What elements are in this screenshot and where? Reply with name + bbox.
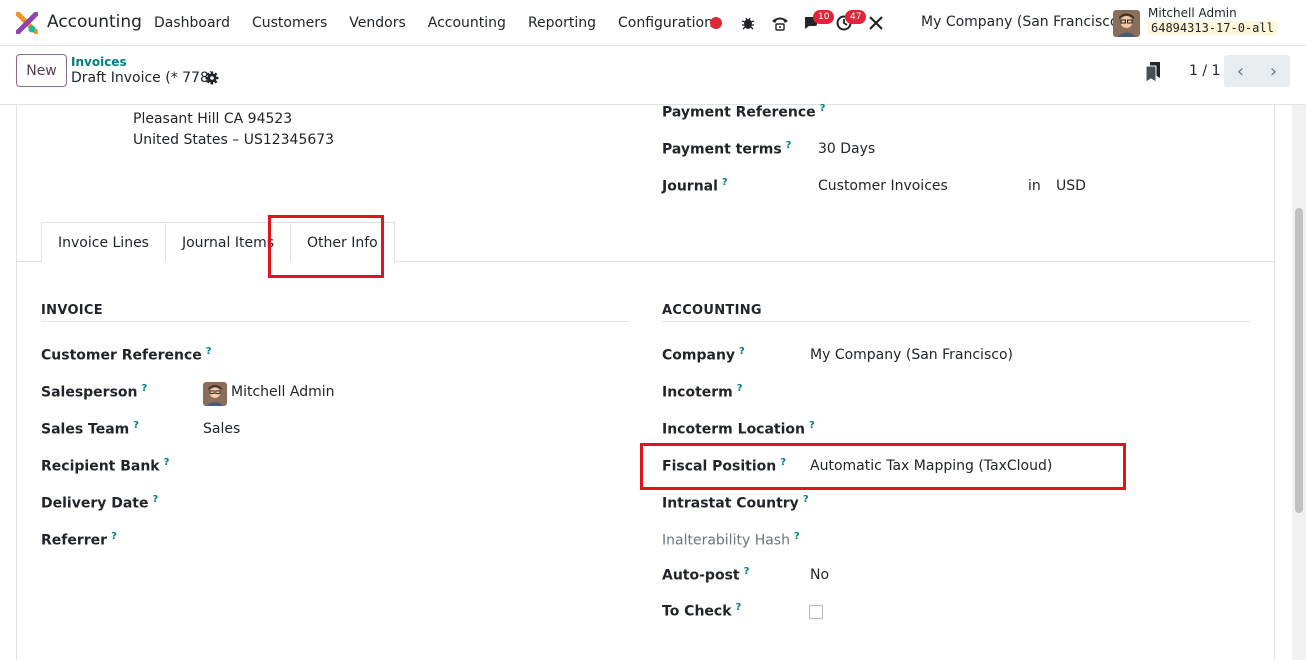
chat-icon[interactable]: 10	[796, 0, 835, 46]
activity-clock-icon[interactable]: 47	[828, 0, 867, 46]
salesperson-avatar	[203, 382, 227, 406]
payment-terms-label: Payment terms?	[662, 140, 792, 158]
help-icon[interactable]: ?	[736, 602, 742, 613]
help-icon[interactable]: ?	[809, 420, 815, 431]
tab-invoice-lines[interactable]: Invoice Lines	[41, 222, 166, 262]
referrer-label: Referrer?	[41, 531, 117, 549]
tools-icon[interactable]	[860, 0, 892, 46]
invoice-section-title: INVOICE	[41, 303, 103, 318]
help-icon[interactable]: ?	[111, 531, 117, 542]
help-icon[interactable]: ?	[820, 103, 826, 114]
breadcrumb-invoices[interactable]: Invoices	[71, 55, 127, 69]
chevron-left-icon: ‹	[1236, 60, 1245, 82]
main-menu: Dashboard Customers Vendors Accounting R…	[143, 0, 724, 46]
gear-icon[interactable]	[205, 71, 219, 85]
salesperson-label: Salesperson?	[41, 383, 148, 401]
sales-team-field[interactable]: Sales	[203, 421, 240, 437]
chevron-right-icon: ›	[1269, 60, 1278, 82]
help-icon[interactable]: ?	[744, 566, 750, 577]
top-navbar: Accounting Dashboard Customers Vendors A…	[0, 0, 1306, 46]
incoterm-label: Incoterm?	[662, 383, 743, 401]
inalterability-hash-label: Inalterability Hash?	[662, 531, 800, 549]
invoice-section-rule	[41, 321, 630, 322]
help-icon[interactable]: ?	[206, 346, 212, 357]
user-name[interactable]: Mitchell Admin	[1148, 6, 1237, 20]
help-icon[interactable]: ?	[133, 420, 139, 431]
recipient-bank-label: Recipient Bank?	[41, 457, 170, 475]
customer-address-line1: Pleasant Hill CA 94523	[133, 111, 293, 127]
help-icon[interactable]: ?	[786, 140, 792, 151]
help-icon[interactable]: ?	[739, 346, 745, 357]
company-label: Company?	[662, 346, 745, 364]
incoterm-location-label: Incoterm Location?	[662, 420, 815, 438]
new-button[interactable]: New	[16, 54, 67, 87]
record-icon[interactable]	[700, 0, 732, 46]
scrollbar[interactable]	[1292, 105, 1306, 660]
menu-customers[interactable]: Customers	[241, 0, 338, 46]
highlight-other-info-tab	[268, 215, 384, 278]
control-panel: New Invoices Draft Invoice (* 778) 1 / 1…	[0, 46, 1306, 105]
auto-post-label: Auto-post?	[662, 566, 750, 584]
highlight-fiscal-position	[640, 443, 1126, 490]
journal-in-label: in	[1028, 178, 1041, 194]
user-avatar[interactable]	[1113, 10, 1140, 37]
bug-icon[interactable]	[732, 0, 764, 46]
pager-previous-button[interactable]: ‹	[1224, 55, 1257, 87]
help-icon[interactable]: ?	[164, 457, 170, 468]
accounting-section-rule	[662, 321, 1250, 322]
intrastat-country-label: Intrastat Country?	[662, 494, 809, 512]
pager-next-button[interactable]: ›	[1257, 55, 1290, 87]
attachment-icon[interactable]	[1145, 62, 1161, 82]
help-icon[interactable]: ?	[142, 383, 148, 394]
menu-reporting[interactable]: Reporting	[517, 0, 607, 46]
salesperson-field[interactable]: Mitchell Admin	[231, 384, 335, 400]
database-name: 64894313-17-0-all	[1148, 21, 1277, 35]
help-icon[interactable]: ?	[794, 531, 800, 542]
breadcrumb-current: Draft Invoice (* 778)	[71, 70, 215, 86]
accounting-app-icon[interactable]	[16, 12, 38, 34]
customer-address-line2: United States – US12345673	[133, 132, 335, 148]
help-icon[interactable]: ?	[803, 494, 809, 505]
menu-vendors[interactable]: Vendors	[338, 0, 416, 46]
to-check-label: To Check?	[662, 602, 742, 620]
to-check-checkbox[interactable]	[809, 605, 823, 619]
help-icon[interactable]: ?	[737, 383, 743, 394]
sales-team-label: Sales Team?	[41, 420, 140, 438]
company-field[interactable]: My Company (San Francisco)	[810, 347, 1013, 363]
customer-reference-label: Customer Reference?	[41, 346, 212, 364]
menu-accounting[interactable]: Accounting	[417, 0, 517, 46]
systray: 10 47	[700, 0, 892, 46]
auto-post-field[interactable]: No	[810, 567, 829, 583]
app-name[interactable]: Accounting	[47, 12, 142, 32]
pager-value[interactable]: 1 / 1	[1189, 63, 1220, 79]
currency-field[interactable]: USD	[1056, 178, 1086, 194]
journal-label: Journal?	[662, 177, 728, 195]
company-switcher[interactable]: My Company (San Francisco)	[921, 14, 1124, 30]
phone-icon[interactable]	[764, 0, 796, 46]
help-icon[interactable]: ?	[153, 494, 159, 505]
scrollbar-thumb[interactable]	[1295, 208, 1303, 513]
menu-dashboard[interactable]: Dashboard	[143, 0, 241, 46]
payment-terms-field[interactable]: 30 Days	[818, 141, 875, 157]
accounting-section-title: ACCOUNTING	[662, 303, 762, 318]
delivery-date-label: Delivery Date?	[41, 494, 159, 512]
journal-field[interactable]: Customer Invoices	[818, 178, 948, 194]
payment-reference-label: Payment Reference?	[662, 103, 826, 121]
help-icon[interactable]: ?	[722, 177, 728, 188]
